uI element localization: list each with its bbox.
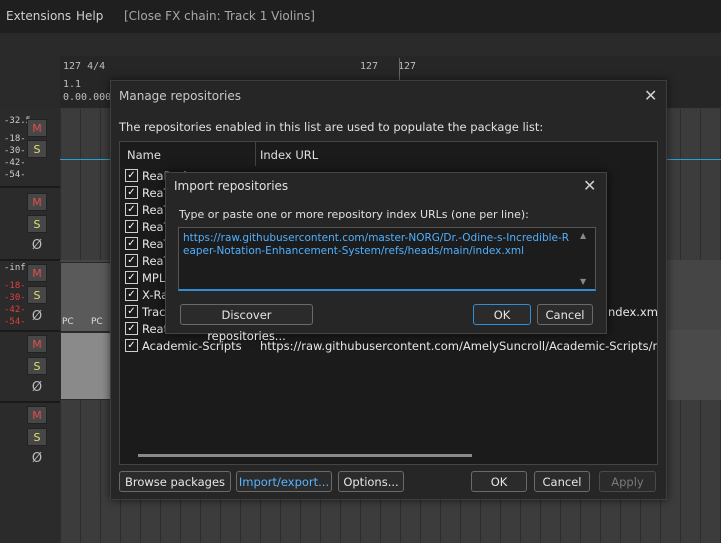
mute-button[interactable]: M [27,406,47,424]
track-control-panel: -32.5 -18- -30- -42- -54- M S M S Ø -inf… [0,109,60,543]
column-header-url[interactable]: Index URL [260,148,318,162]
repository-url-input[interactable]: https://raw.githubusercontent.com/master… [178,227,596,291]
mute-button[interactable]: M [27,264,47,282]
solo-button[interactable]: S [27,140,47,158]
menu-extensions[interactable]: Extensions [6,9,71,23]
track-divider [0,186,60,188]
track-divider [0,401,60,403]
checkbox[interactable]: ✓ [125,186,138,199]
checkbox[interactable]: ✓ [125,271,138,284]
checkbox[interactable]: ✓ [125,237,138,250]
track-divider [0,330,60,332]
column-divider[interactable] [255,142,256,166]
list-item[interactable]: ✓ Academic-Scripts https://raw.githubuse… [120,338,657,355]
discover-repositories-button[interactable]: Discover repositories... [180,304,313,343]
menu-help[interactable]: Help [76,9,103,23]
solo-button[interactable]: S [27,215,47,233]
pc-label: PC [91,317,103,327]
options-button[interactable]: Options... [338,471,404,492]
import-repositories-dialog: Import repositories ✕ Type or paste one … [165,172,607,343]
solo-button[interactable]: S [27,428,47,446]
meter-scale: -30- [4,146,26,156]
mute-button[interactable]: M [27,193,47,211]
solo-button[interactable]: S [27,286,47,304]
checkbox[interactable]: ✓ [125,203,138,216]
horizontal-scrollbar[interactable] [138,454,472,457]
apply-button[interactable]: Apply [599,471,656,492]
meter-scale: -18- [4,281,26,291]
dialog-title: Manage repositories [119,89,242,103]
meter-scale: -54- [4,170,26,180]
repo-url: ndex.xml [608,305,658,319]
close-icon[interactable]: ✕ [583,176,596,195]
ruler-time-sig: 1.1 [63,79,82,90]
scroll-down-icon[interactable]: ▼ [580,277,600,286]
scroll-up-icon[interactable]: ▲ [580,231,600,240]
checkbox[interactable]: ✓ [125,339,138,352]
column-header-name[interactable]: Name [127,148,161,162]
mute-button[interactable]: M [27,335,47,353]
cancel-button[interactable]: Cancel [534,471,590,492]
ok-button[interactable]: OK [473,304,531,325]
window-caption: [Close FX chain: Track 1 Violins] [124,9,315,23]
meter-scale: -42- [4,158,26,168]
midi-item[interactable]: PC PC [60,262,114,332]
dialog-description: Type or paste one or more repository ind… [179,208,529,221]
ruler-time: 0.00.000 [63,92,112,103]
ruler-marker-left: 127 [360,61,379,72]
import-export-button[interactable]: Import/export... [236,471,332,492]
checkbox[interactable]: ✓ [125,220,138,233]
meter-scale: -18- [4,134,26,144]
phase-icon[interactable]: Ø [30,310,44,324]
checkbox[interactable]: ✓ [125,169,138,182]
close-icon[interactable]: ✕ [644,86,657,105]
cancel-button[interactable]: Cancel [537,304,593,325]
phase-icon[interactable]: Ø [30,239,44,253]
dialog-title: Import repositories [174,179,289,193]
meter-scale: -54- [4,317,26,327]
checkbox[interactable]: ✓ [125,288,138,301]
mute-button[interactable]: M [27,119,47,137]
track-divider [0,259,60,261]
meter-peak: -inf [4,263,26,273]
checkbox[interactable]: ✓ [125,254,138,267]
meter-scale: -42- [4,305,26,315]
checkbox[interactable]: ✓ [125,322,138,335]
midi-item[interactable] [60,332,114,400]
ok-button[interactable]: OK [471,471,527,492]
repo-url: https://raw.githubusercontent.com/AmelyS… [260,339,657,353]
menubar: Extensions Help [Close FX chain: Track 1… [0,0,721,33]
phase-icon[interactable]: Ø [30,381,44,395]
phase-icon[interactable]: Ø [30,452,44,466]
dialog-description: The repositories enabled in this list ar… [119,120,544,134]
ruler-marker-right: 127 [398,61,417,72]
meter-scale: -30- [4,293,26,303]
browse-packages-button[interactable]: Browse packages [119,471,231,492]
solo-button[interactable]: S [27,357,47,375]
checkbox[interactable]: ✓ [125,305,138,318]
pc-label: PC [62,317,74,327]
ruler-bar-start: 127 4/4 [63,61,106,72]
